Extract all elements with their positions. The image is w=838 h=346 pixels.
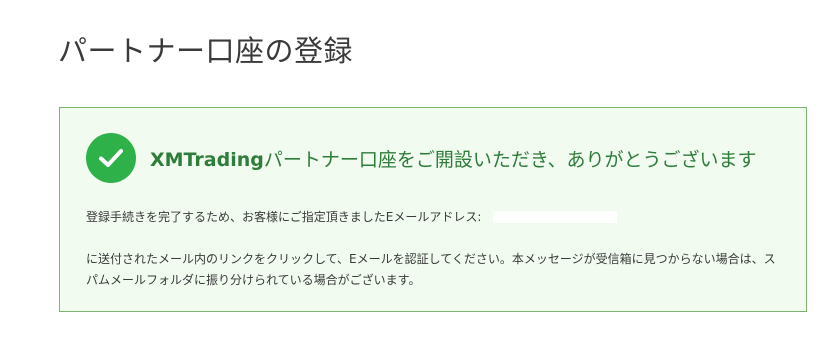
check-circle-icon: [86, 133, 136, 183]
brand-name: XMTrading: [150, 149, 264, 171]
page-title: パートナー口座の登録: [58, 34, 354, 68]
success-message-box: XMTradingパートナー口座をご開設いただき、ありがとうございます 登録手続…: [59, 107, 807, 312]
success-heading: XMTradingパートナー口座をご開設いただき、ありがとうございます: [150, 145, 757, 172]
email-address-redacted: [493, 210, 618, 223]
success-heading-text: パートナー口座をご開設いただき、ありがとうございます: [263, 149, 757, 171]
email-instruction-line: 登録手続きを完了するため、お客様にご指定頂きましたEメールアドレス:: [86, 208, 618, 225]
email-instruction-text: 登録手続きを完了するため、お客様にご指定頂きましたEメールアドレス:: [86, 210, 482, 224]
verification-instructions: に送付されたメール内のリンクをクリックして、Eメールを認証してください。本メッセ…: [86, 252, 776, 287]
